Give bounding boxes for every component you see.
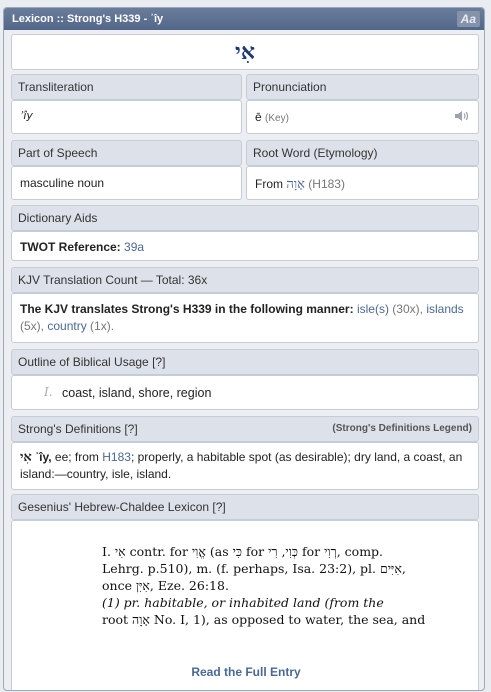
root-word-ref[interactable]: (H183) [308, 177, 345, 191]
gesenius-line-4: (1) pr. habitable, or inhabited land (fr… [102, 595, 384, 610]
root-word-value: From אָוָה (H183) [255, 176, 345, 192]
outline-text: coast, island, shore, region [62, 386, 212, 400]
strongs-header: Strong's Definitions [?] (Strong's Defin… [11, 416, 479, 442]
headword-box: אִי [11, 34, 479, 70]
part-of-speech-box: masculine noun [11, 166, 242, 200]
pronunciation-box: ē (Key) [246, 100, 479, 134]
kjv-count-box: The KJV translates Strong's H339 in the … [11, 293, 479, 343]
outline-box: I. coast, island, shore, region [11, 375, 479, 410]
kjv-count-header: KJV Translation Count — Total: 36x [11, 267, 479, 293]
strongs-ref-link[interactable]: H183 [102, 450, 131, 464]
kjv-item-islands[interactable]: islands [426, 302, 463, 316]
outline-header[interactable]: Outline of Biblical Usage [?] [11, 349, 479, 375]
pronunciation-value: ē (Key) [255, 110, 289, 124]
twot-reference: TWOT Reference: 39a [20, 240, 144, 254]
kjv-item-isles-count: (30x), [392, 302, 423, 316]
pronunciation-key-link[interactable]: (Key) [265, 113, 289, 124]
strongs-pron: ee; from [54, 450, 99, 464]
root-word-hebrew-link[interactable]: אָוָה [286, 177, 305, 192]
strongs-definition: ; properly, a habitable spot (as desirab… [130, 450, 463, 464]
read-more-wrap: Read the Full Entry [12, 665, 480, 679]
gesenius-box: I. אִי contr. for אֱוִי (as כִּי for כְּ… [11, 520, 480, 690]
transliteration-box: ʾîy [11, 100, 242, 134]
root-word-header: Root Word (Etymology) [246, 140, 479, 166]
kjv-count-text: The KJV translates Strong's H339 in the … [20, 301, 470, 335]
twot-label: TWOT Reference: [20, 240, 121, 254]
root-word-box: From אָוָה (H183) [246, 166, 479, 200]
speaker-icon[interactable] [454, 109, 470, 126]
part-of-speech-header: Part of Speech [11, 140, 242, 166]
kjv-item-isles[interactable]: isle(s) [357, 302, 389, 316]
gesenius-line-2: Lehrg. p.510), m. (f. perhaps, Isa. 23:2… [102, 561, 406, 576]
lexicon-window: Lexicon :: Strong's H339 - ʾîy Aa אִי Tr… [3, 7, 485, 691]
pronunciation-header: Pronunciation [246, 74, 479, 100]
pronunciation-text: ē [255, 110, 262, 124]
gesenius-line-1: I. אִי contr. for אֱוִי (as כִּי for כְּ… [102, 544, 384, 559]
strongs-text: אִי ʾîy, ee; from H183; properly, a habi… [20, 449, 470, 483]
font-size-button[interactable]: Aa [456, 11, 480, 27]
transliteration-header: Transliteration [11, 74, 242, 100]
kjv-item-islands-count: (5x), [20, 319, 44, 333]
strongs-box: אִי ʾîy, ee; from H183; properly, a habi… [11, 442, 479, 490]
kjv-item-country[interactable]: country [47, 319, 86, 333]
root-word-prefix: From [255, 177, 283, 191]
gesenius-scan: I. אִי contr. for אֱוִי (as כִּי for כְּ… [102, 543, 426, 628]
dictionary-aids-header: Dictionary Aids [11, 205, 479, 231]
headword: אִי [235, 39, 255, 65]
read-full-entry-link[interactable]: Read the Full Entry [191, 665, 300, 679]
strongs-legend-link[interactable]: (Strong's Definitions Legend) [332, 417, 472, 441]
window-titlebar: Lexicon :: Strong's H339 - ʾîy Aa [4, 8, 484, 30]
kjv-item-country-count: (1x). [90, 319, 115, 333]
strongs-translit: ʾîy, [35, 450, 52, 464]
dictionary-aids-box: TWOT Reference: 39a [11, 231, 479, 261]
gesenius-line-3: once אִיִּן, Eze. 26:18. [102, 578, 229, 593]
strongs-hebrew: אִי [20, 450, 32, 465]
part-of-speech-value: masculine noun [20, 176, 105, 190]
transliteration-value: ʾîy [20, 109, 33, 122]
strongs-header-label[interactable]: Strong's Definitions [?] [18, 417, 138, 441]
gesenius-header[interactable]: Gesenius' Hebrew-Chaldee Lexicon [?] [11, 494, 479, 520]
window-title: Lexicon :: Strong's H339 - ʾîy [12, 13, 164, 25]
outline-numeral: I. [44, 385, 53, 399]
strongs-definition-line2: island:—country, isle, island. [20, 467, 172, 481]
twot-link[interactable]: 39a [124, 240, 144, 254]
kjv-intro: The KJV translates Strong's H339 in the … [20, 302, 354, 316]
gesenius-line-5: root אָוָה No. I, 1), as opposed to wate… [102, 612, 426, 627]
